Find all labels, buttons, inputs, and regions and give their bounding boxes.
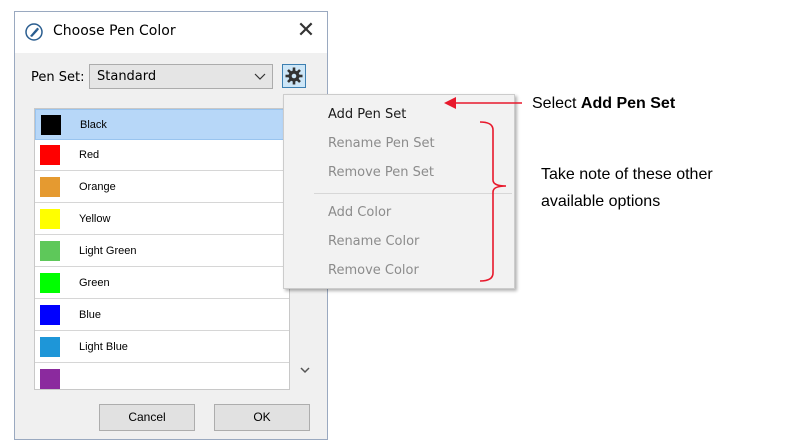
select-add-pen-set-annotation: Select Add Pen Set xyxy=(532,95,675,113)
red-bracket-icon xyxy=(479,121,507,282)
annotation-overlay xyxy=(444,97,522,282)
note-line-2: available options xyxy=(541,193,661,210)
annotation-select-bold: Add Pen Set xyxy=(580,95,676,112)
red-arrow-icon xyxy=(444,97,522,109)
note-line-1: Take note of these other xyxy=(541,166,713,183)
annotation-select-text: Select xyxy=(532,95,581,112)
